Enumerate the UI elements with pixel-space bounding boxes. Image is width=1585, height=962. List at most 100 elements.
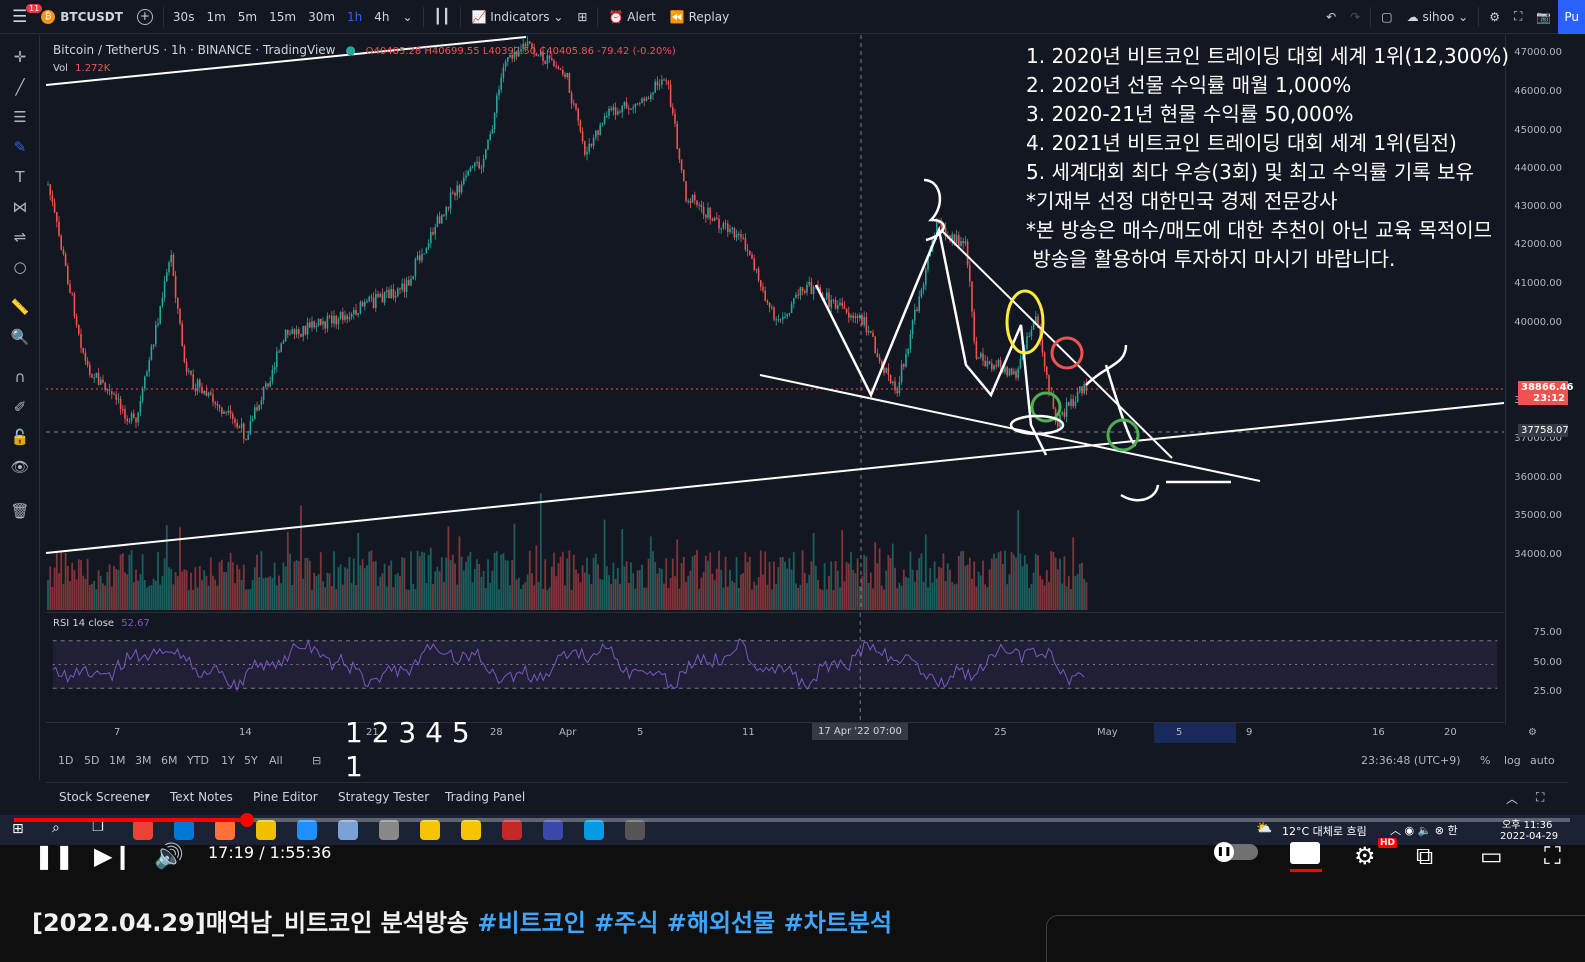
layout-button[interactable]: ▢ bbox=[1374, 10, 1399, 24]
interval-1h[interactable]: 1h bbox=[341, 10, 368, 24]
settings-button[interactable]: ⚙ HD bbox=[1354, 838, 1398, 870]
ruler-tool[interactable]: 📏 bbox=[10, 297, 30, 317]
next-button[interactable]: ▶❙ bbox=[94, 842, 133, 870]
symbol-label: BTCUSDT bbox=[60, 9, 123, 24]
interval-30s[interactable]: 30s bbox=[167, 10, 201, 24]
candle-body bbox=[1057, 421, 1059, 427]
range-YTD[interactable]: YTD bbox=[187, 754, 209, 767]
fullscreen-button[interactable]: ⛶ bbox=[1507, 9, 1529, 24]
interval-30m[interactable]: 30m bbox=[302, 10, 341, 24]
maximize-panel-icon[interactable]: ⛶ bbox=[1536, 790, 1544, 805]
volume-bar bbox=[885, 570, 888, 610]
time-axis[interactable]: 17 Apr '22 07:00 7 14 21 28 Apr 5 11 25 May 5 9 16 2… bbox=[46, 722, 1537, 743]
stay-drawing-tool[interactable]: ✐ bbox=[10, 397, 30, 417]
redo-button[interactable]: ↷ bbox=[1343, 10, 1367, 24]
volume-bar bbox=[973, 561, 976, 610]
zoom-tool[interactable]: 🔍 bbox=[10, 327, 30, 347]
range-1D[interactable]: 1D bbox=[58, 754, 73, 767]
settings-button[interactable]: ⚙ bbox=[1482, 10, 1507, 24]
replay-button[interactable]: ⏪ Replay bbox=[663, 10, 736, 24]
interval-4h[interactable]: 4h bbox=[368, 10, 395, 24]
tab-text-notes[interactable]: Text Notes bbox=[170, 790, 233, 804]
tab-trading-panel[interactable]: Trading Panel bbox=[445, 790, 525, 804]
scale-option-log[interactable]: log bbox=[1504, 754, 1521, 767]
snapshot-button[interactable]: 📷 bbox=[1529, 10, 1558, 24]
bitcoin-icon: ₿ bbox=[41, 9, 56, 24]
interval-1m[interactable]: 1m bbox=[200, 10, 231, 24]
current-price-value: 38866.46 bbox=[1521, 382, 1574, 393]
scale-option-%[interactable]: % bbox=[1480, 754, 1490, 767]
volume-button[interactable]: 🔊 bbox=[154, 842, 184, 870]
range-5Y[interactable]: 5Y bbox=[244, 754, 258, 767]
candle-body bbox=[148, 360, 150, 372]
volume-bar bbox=[709, 552, 712, 610]
hide-tool[interactable]: 👁 bbox=[10, 457, 30, 477]
rsi-pane[interactable] bbox=[46, 612, 1504, 720]
pause-button[interactable]: ❚❚ bbox=[34, 842, 74, 870]
brush-tool[interactable]: ✎ bbox=[10, 137, 30, 157]
fullscreen-button[interactable]: ⛶ bbox=[1544, 842, 1561, 870]
range-1Y[interactable]: 1Y bbox=[221, 754, 235, 767]
autoplay-toggle[interactable]: ❚❚ bbox=[1214, 842, 1258, 862]
price-axis[interactable]: 47000.00 46000.00 45000.00 44000.00 43000.00… bbox=[1505, 35, 1574, 725]
volume-bar bbox=[82, 575, 85, 610]
symbol-search-button[interactable]: ₿ BTCUSDT bbox=[34, 9, 130, 24]
progress-bar[interactable] bbox=[14, 813, 1570, 827]
pattern-tool[interactable]: ⋈ bbox=[10, 197, 30, 217]
candle-body bbox=[333, 315, 335, 324]
lock-tool[interactable]: 🔓 bbox=[10, 427, 30, 447]
volume-bar bbox=[148, 585, 151, 610]
interval-15m[interactable]: 15m bbox=[263, 10, 302, 24]
volume-bar bbox=[480, 576, 483, 610]
range-5D[interactable]: 5D bbox=[84, 754, 99, 767]
miniplayer-button[interactable]: ⧉ bbox=[1416, 842, 1433, 870]
axis-settings-icon[interactable]: ⚙ bbox=[1528, 727, 1537, 738]
shapes-tool[interactable]: ○ bbox=[10, 257, 30, 277]
alert-button[interactable]: ⏰ Alert bbox=[601, 10, 662, 24]
menu-button[interactable]: ☰ 11 bbox=[0, 3, 43, 27]
progress-scrubber[interactable] bbox=[240, 813, 255, 827]
collapse-panel-icon[interactable]: ︿ bbox=[1506, 790, 1518, 807]
indicators-button[interactable]: 📈 Indicators ⌄ bbox=[464, 10, 570, 24]
trendline-tool[interactable]: ╱ bbox=[10, 77, 30, 97]
candle-body bbox=[876, 353, 879, 358]
scale-option-auto[interactable]: auto bbox=[1530, 754, 1555, 767]
subtitles-button[interactable] bbox=[1290, 842, 1322, 872]
magnet-tool[interactable]: ∩ bbox=[10, 367, 30, 387]
hashtag-link[interactable]: #비트코인 bbox=[477, 909, 585, 937]
volume-bar bbox=[975, 586, 978, 610]
prediction-tool[interactable]: ⇌ bbox=[10, 227, 30, 247]
templates-button[interactable]: ⊞ bbox=[570, 10, 594, 24]
candle-body bbox=[364, 301, 366, 307]
text-tool[interactable]: T bbox=[10, 167, 30, 187]
candle-body bbox=[91, 374, 93, 378]
hashtag-link[interactable]: #해외선물 bbox=[658, 909, 775, 937]
publish-button[interactable]: Pu bbox=[1558, 0, 1585, 34]
theater-button[interactable]: ▭ bbox=[1480, 842, 1503, 870]
goto-date-icon[interactable]: ⊟ bbox=[312, 754, 321, 767]
range-1M[interactable]: 1M bbox=[109, 754, 126, 767]
volume-bar bbox=[724, 556, 727, 610]
undo-button[interactable]: ↶ bbox=[1319, 10, 1343, 24]
hashtag-link[interactable]: #주식 bbox=[586, 909, 658, 937]
range-All[interactable]: All bbox=[269, 754, 283, 767]
tab-strategy-tester[interactable]: Strategy Tester bbox=[338, 790, 429, 804]
range-3M[interactable]: 3M bbox=[135, 754, 152, 767]
clock-label[interactable]: 23:36:48 (UTC+9) bbox=[1361, 754, 1461, 767]
cloud-save-button[interactable]: ☁ sihoo ⌄ bbox=[1400, 10, 1476, 24]
volume-bar bbox=[412, 583, 415, 610]
hashtag-link[interactable]: #차트분석 bbox=[775, 909, 892, 937]
crosshair-tool[interactable]: ✛ bbox=[10, 47, 30, 67]
volume-bar bbox=[803, 572, 806, 610]
range-6M[interactable]: 6M bbox=[161, 754, 178, 767]
volume-bar bbox=[113, 565, 115, 610]
tab-pine-editor[interactable]: Pine Editor bbox=[253, 790, 318, 804]
compare-button[interactable]: + bbox=[130, 8, 160, 25]
remove-tool[interactable]: 🗑 bbox=[10, 501, 30, 521]
interval-dropdown[interactable]: ⌄ bbox=[396, 10, 420, 24]
fib-tool[interactable]: ☰ bbox=[10, 107, 30, 127]
chart-type-button[interactable]: ┃┃ bbox=[427, 9, 458, 25]
tab-stock-screener[interactable]: Stock Screener bbox=[59, 790, 150, 804]
interval-5m[interactable]: 5m bbox=[232, 10, 263, 24]
volume-bar bbox=[858, 586, 861, 610]
